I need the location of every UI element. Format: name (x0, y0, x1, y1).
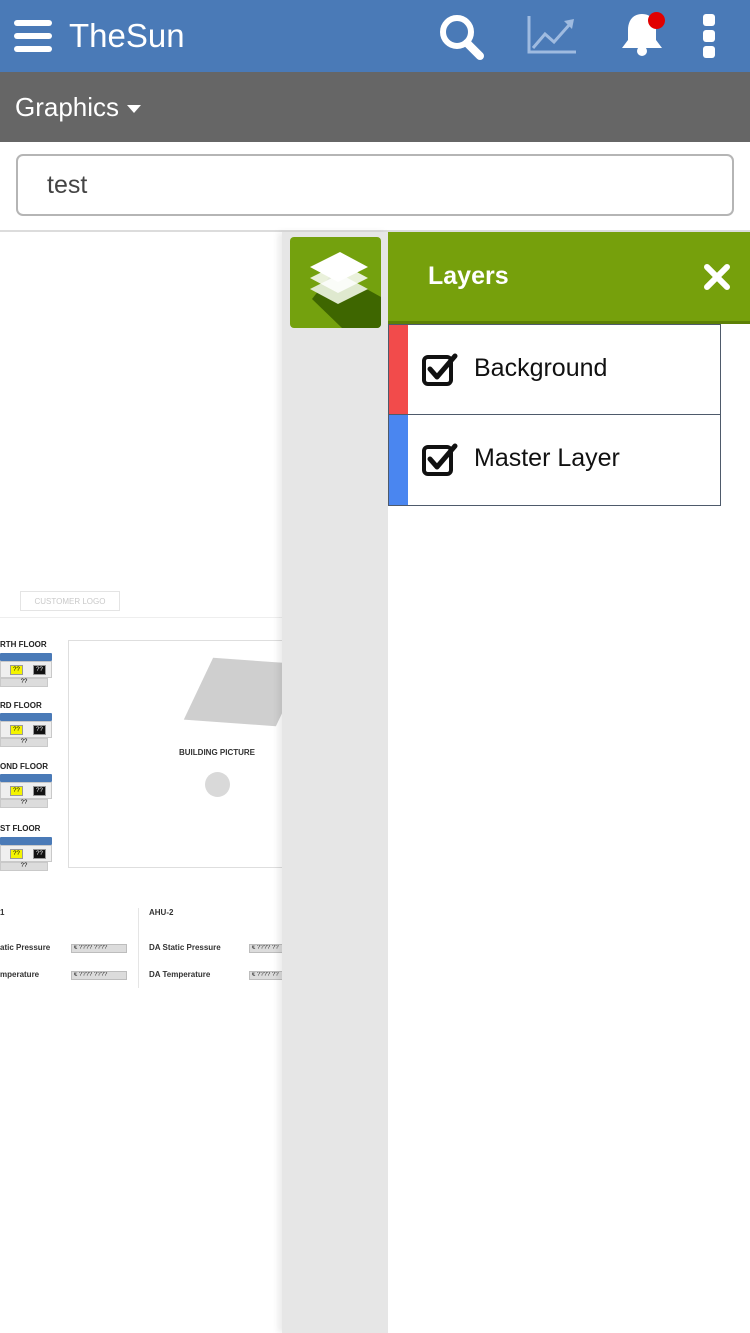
layer-name: Background (474, 354, 608, 382)
canvas-divider (0, 617, 290, 618)
layers-panel-header: Layers (388, 232, 750, 324)
building-picture[interactable]: BUILDING PICTURE (68, 640, 290, 868)
checkbox-checked-icon[interactable] (422, 442, 458, 476)
notification-badge (648, 12, 665, 29)
panel-tab-strip (282, 232, 388, 1333)
layers-toggle-button[interactable] (290, 237, 381, 328)
floor-widget[interactable]: ?? ?? ?? (0, 837, 52, 871)
floor-black-value: ?? (33, 786, 46, 796)
floor-black-value: ?? (33, 849, 46, 859)
trend-chart-icon[interactable] (526, 14, 578, 58)
floor-black-value: ?? (33, 665, 46, 675)
ahu-static-pressure-label: atic Pressure (0, 943, 51, 952)
ahu-temperature-label: DA Temperature (149, 970, 211, 979)
floor-bottom-value: ?? (0, 738, 48, 747)
app-root: TheSun Graphics test CUSTOMER LOGO RTH F… (0, 0, 750, 1333)
floor-label: RTH FLOOR (0, 640, 47, 649)
floor-label: OND FLOOR (0, 762, 48, 771)
floor-black-value: ?? (33, 725, 46, 735)
app-title: TheSun (69, 17, 185, 54)
layer-item-master-layer[interactable]: Master Layer (388, 414, 721, 506)
graphics-dropdown[interactable]: Graphics (15, 90, 142, 124)
floor-widget[interactable]: ?? ?? ?? (0, 713, 52, 747)
layer-item-background[interactable]: Background (388, 324, 721, 416)
graphics-dropdown-label: Graphics (15, 91, 120, 122)
floor-widget[interactable]: ?? ?? ?? (0, 653, 52, 687)
customer-logo-placeholder: CUSTOMER LOGO (20, 591, 120, 611)
ahu-temperature-value[interactable]: € ???? ???? (71, 971, 127, 980)
floor-yellow-value: ?? (10, 665, 23, 675)
floor-yellow-value: ?? (10, 725, 23, 735)
floor-yellow-value: ?? (10, 786, 23, 796)
hamburger-menu-icon[interactable] (14, 18, 54, 54)
building-picture-label: BUILDING PICTURE (179, 748, 255, 757)
building-shape (183, 657, 290, 727)
floor-widget[interactable]: ?? ?? ?? (0, 774, 52, 808)
layer-color-indicator (389, 415, 408, 505)
notification-bell-icon[interactable] (618, 8, 670, 58)
floor-label: ST FLOOR (0, 824, 41, 833)
ahu-static-pressure-label: DA Static Pressure (149, 943, 221, 952)
more-options-icon[interactable] (700, 12, 720, 58)
top-app-bar: TheSun (0, 0, 750, 72)
layers-panel: Layers Background Master Layer (388, 232, 750, 1333)
floor-bottom-value: ?? (0, 862, 48, 871)
floor-bottom-value: ?? (0, 799, 48, 808)
ahu-temperature-label: mperature (0, 970, 40, 979)
floor-yellow-value: ?? (10, 849, 23, 859)
graphic-canvas[interactable]: CUSTOMER LOGO RTH FLOOR ?? ?? ?? RD FLOO… (0, 232, 290, 1333)
floor-label: RD FLOOR (0, 701, 42, 710)
layer-color-indicator (389, 325, 408, 415)
layer-name: Master Layer (474, 444, 620, 472)
layers-panel-title: Layers (428, 262, 509, 290)
ahu-divider (138, 908, 139, 988)
ahu-title: 1 (0, 908, 5, 917)
floor-bottom-value: ?? (0, 678, 48, 687)
ahu-static-pressure-value[interactable]: € ???? ???? (71, 944, 127, 953)
close-icon[interactable] (702, 262, 732, 292)
checkbox-checked-icon[interactable] (422, 352, 458, 386)
search-input[interactable] (16, 154, 734, 216)
chevron-down-icon (127, 104, 142, 113)
view-selector-bar: Graphics (0, 72, 750, 142)
building-marker (205, 772, 230, 797)
layers-icon (310, 252, 381, 328)
ahu-title: AHU-2 (149, 908, 174, 917)
search-icon[interactable] (436, 12, 488, 62)
